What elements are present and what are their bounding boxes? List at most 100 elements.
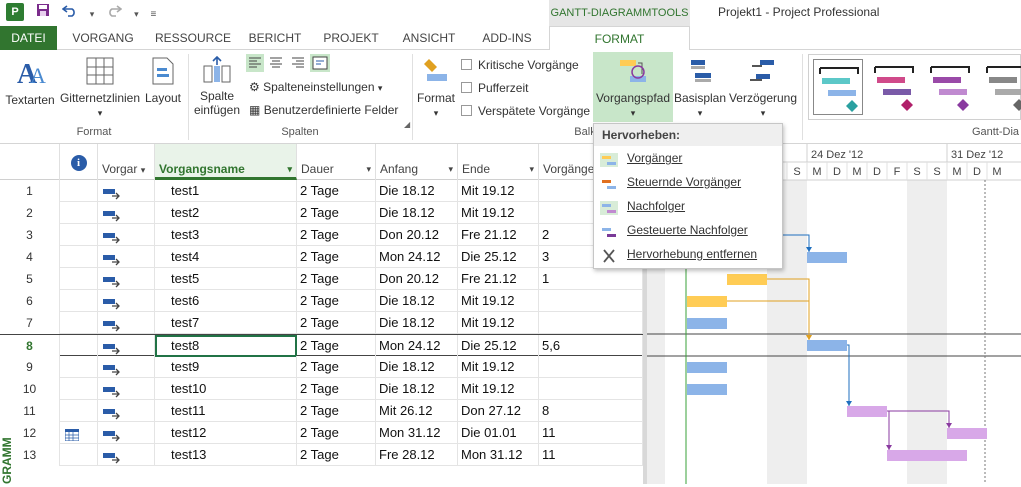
spalteneinstellungen-button[interactable]: ⚙ Spalteneinstellungen ▾ xyxy=(249,80,382,94)
tab-bericht[interactable]: BERICHT xyxy=(240,26,310,50)
task-mode-cell[interactable] xyxy=(98,356,155,378)
cell-name[interactable]: test12 xyxy=(155,422,297,444)
cell-pred[interactable] xyxy=(539,378,643,400)
table-row[interactable]: 8 test8 2 Tage Mon 24.12 Die 25.12 5,6 xyxy=(0,334,643,357)
gitternetzlinien-button[interactable]: Gitternetzlinien ▾ xyxy=(58,56,142,119)
tab-datei[interactable]: DATEI xyxy=(0,26,57,50)
row-id[interactable]: 5 xyxy=(0,268,60,290)
save-icon[interactable] xyxy=(36,3,50,20)
cell-end[interactable]: Die 01.01 xyxy=(458,422,539,444)
column-header-mode[interactable]: Vorgar ▾ xyxy=(98,144,155,180)
redo-dropdown-icon[interactable]: ▾ xyxy=(134,9,139,20)
tab-ansicht[interactable]: ANSICHT xyxy=(394,26,464,50)
select-all-corner[interactable] xyxy=(0,144,60,180)
cell-start[interactable]: Mon 24.12 xyxy=(376,335,458,357)
cell-end[interactable]: Die 25.12 xyxy=(458,246,539,268)
cell-start[interactable]: Die 18.12 xyxy=(376,312,458,334)
basisplan-button[interactable]: Basisplan ▾ xyxy=(674,56,726,119)
cell-end[interactable]: Mit 19.12 xyxy=(458,202,539,224)
gantt-style-teal[interactable] xyxy=(813,59,863,115)
row-id[interactable]: 7 xyxy=(0,312,60,334)
table-row[interactable]: 1 test1 2 Tage Die 18.12 Mit 19.12 xyxy=(0,180,643,202)
cell-name[interactable]: test4 xyxy=(155,246,297,268)
column-header-end[interactable]: Ende ▾ xyxy=(458,144,539,180)
cell-pred[interactable] xyxy=(539,290,643,312)
cell-start[interactable]: Die 18.12 xyxy=(376,290,458,312)
table-row[interactable]: 12 test12 2 Tage Mon 31.12 Die 01.01 11 xyxy=(0,422,643,444)
table-row[interactable]: 10 test10 2 Tage Die 18.12 Mit 19.12 xyxy=(0,378,643,400)
menu-item-vorgaenger[interactable]: Vorgänger xyxy=(594,146,782,170)
cell-name[interactable]: test5 xyxy=(155,268,297,290)
cell-pred[interactable]: 11 xyxy=(539,444,643,466)
gantt-style-magenta[interactable] xyxy=(869,59,919,115)
table-row[interactable]: 9 test9 2 Tage Die 18.12 Mit 19.12 xyxy=(0,356,643,378)
cell-duration[interactable]: 2 Tage xyxy=(297,202,376,224)
textarten-button[interactable]: AA Textarten xyxy=(4,56,56,107)
column-header-duration[interactable]: Dauer ▾ xyxy=(297,144,376,180)
row-id[interactable]: 8 xyxy=(0,335,60,357)
task-mode-cell[interactable] xyxy=(98,268,155,290)
align-left-icon[interactable] xyxy=(246,54,264,72)
wrap-text-icon[interactable] xyxy=(310,54,331,72)
benutzerdefinierte-felder-button[interactable]: ▦ Benutzerdefinierte Felder xyxy=(249,103,398,117)
format-button[interactable]: Format ▾ xyxy=(414,56,458,119)
cell-pred[interactable] xyxy=(539,312,643,334)
cell-end[interactable]: Mit 19.12 xyxy=(458,290,539,312)
task-mode-cell[interactable] xyxy=(98,224,155,246)
cell-end[interactable]: Fre 21.12 xyxy=(458,224,539,246)
cell-start[interactable]: Fre 28.12 xyxy=(376,444,458,466)
cell-name[interactable]: test10 xyxy=(155,378,297,400)
column-header-indicators[interactable]: i xyxy=(60,144,98,180)
menu-item-steuernde-vorgaenger[interactable]: Steuernde Vorgänger xyxy=(594,170,782,194)
cell-pred[interactable]: 1 xyxy=(539,268,643,290)
cell-duration[interactable]: 2 Tage xyxy=(297,378,376,400)
cell-end[interactable]: Fre 21.12 xyxy=(458,268,539,290)
align-right-icon[interactable] xyxy=(289,54,307,72)
task-mode-cell[interactable] xyxy=(98,312,155,334)
cell-start[interactable]: Die 18.12 xyxy=(376,180,458,202)
kritische-vorgaenge-checkbox[interactable]: Kritische Vorgänge xyxy=(461,58,579,72)
verspaetete-vorgaenge-checkbox[interactable]: Verspätete Vorgänge xyxy=(461,104,590,118)
row-id[interactable]: 2 xyxy=(0,202,60,224)
cell-start[interactable]: Die 18.12 xyxy=(376,356,458,378)
cell-duration[interactable]: 2 Tage xyxy=(297,312,376,334)
redo-icon[interactable] xyxy=(106,3,123,20)
layout-button[interactable]: Layout xyxy=(142,56,184,105)
spalte-einfuegen-button[interactable]: Spalte einfügen xyxy=(192,55,242,117)
tab-vorgang[interactable]: VORGANG xyxy=(62,26,144,50)
cell-pred[interactable]: 8 xyxy=(539,400,643,422)
menu-item-gesteuerte-nachfolger[interactable]: Gesteuerte Nachfolger xyxy=(594,218,782,242)
table-row[interactable]: 2 test2 2 Tage Die 18.12 Mit 19.12 xyxy=(0,202,643,224)
row-id[interactable]: 9 xyxy=(0,356,60,378)
view-bar-label[interactable]: GRAMM xyxy=(0,430,18,484)
gantt-styles-gallery[interactable] xyxy=(808,54,1021,120)
cell-duration[interactable]: 2 Tage xyxy=(297,422,376,444)
gantt-style-gray[interactable] xyxy=(981,59,1021,115)
cell-duration[interactable]: 2 Tage xyxy=(297,335,376,357)
task-mode-cell[interactable] xyxy=(98,400,155,422)
cell-start[interactable]: Don 20.12 xyxy=(376,268,458,290)
cell-duration[interactable]: 2 Tage xyxy=(297,290,376,312)
cell-end[interactable]: Die 25.12 xyxy=(458,335,539,357)
cell-pred[interactable]: 11 xyxy=(539,422,643,444)
tab-addins[interactable]: ADD-INS xyxy=(472,26,542,50)
cell-pred[interactable] xyxy=(539,356,643,378)
task-mode-cell[interactable] xyxy=(98,246,155,268)
cell-start[interactable]: Die 18.12 xyxy=(376,202,458,224)
cell-duration[interactable]: 2 Tage xyxy=(297,400,376,422)
cell-duration[interactable]: 2 Tage xyxy=(297,246,376,268)
table-row[interactable]: 11 test11 2 Tage Mit 26.12 Don 27.12 8 xyxy=(0,400,643,422)
cell-name[interactable]: test7 xyxy=(155,312,297,334)
cell-name[interactable]: test1 xyxy=(155,180,297,202)
cell-end[interactable]: Mon 31.12 xyxy=(458,444,539,466)
column-header-start[interactable]: Anfang ▾ xyxy=(376,144,458,180)
column-header-name[interactable]: Vorgangsname ▾ xyxy=(155,144,297,180)
task-mode-cell[interactable] xyxy=(98,202,155,224)
cell-name[interactable]: test9 xyxy=(155,356,297,378)
tab-format[interactable]: FORMAT xyxy=(549,26,690,51)
pufferzeit-checkbox[interactable]: Pufferzeit xyxy=(461,81,528,95)
cell-start[interactable]: Die 18.12 xyxy=(376,378,458,400)
cell-end[interactable]: Mit 19.12 xyxy=(458,180,539,202)
row-id[interactable]: 3 xyxy=(0,224,60,246)
cell-start[interactable]: Don 20.12 xyxy=(376,224,458,246)
